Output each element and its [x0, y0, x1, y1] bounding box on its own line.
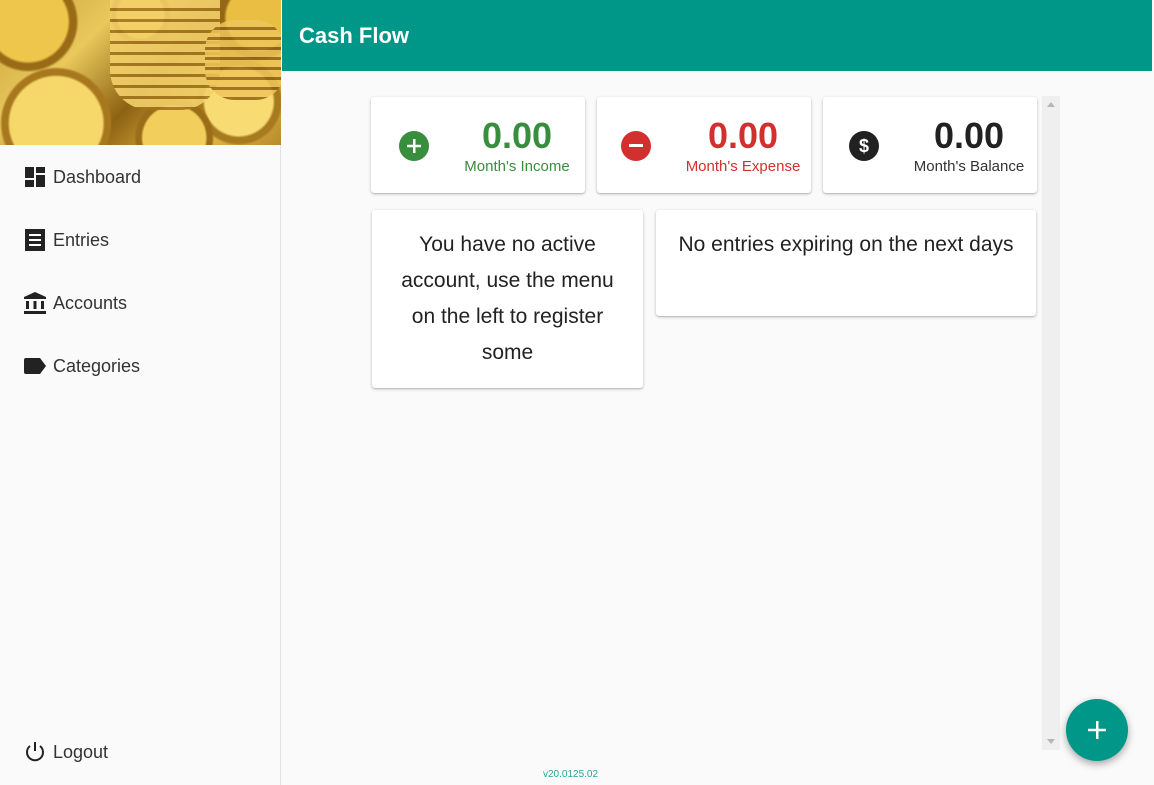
- income-value: 0.00: [481, 115, 553, 156]
- version-label: v20.0125.02: [543, 769, 599, 780]
- sidebar-item-accounts[interactable]: Accounts: [0, 283, 281, 323]
- balance-label: Month's Balance: [913, 158, 1025, 175]
- logout-label: Logout: [53, 741, 109, 762]
- expense-value: 0.00: [707, 115, 779, 156]
- minus-circle-icon: [621, 131, 651, 161]
- no-expiring-message: No entries expiring on the next days: [678, 233, 1014, 256]
- sidebar-item-label: Dashboard: [53, 166, 142, 187]
- scrollbar[interactable]: [1042, 96, 1060, 750]
- sidebar: Dashboard Entries Accounts Categories Lo…: [0, 0, 281, 785]
- add-entry-button[interactable]: [1066, 699, 1128, 761]
- sidebar-item-label: Accounts: [53, 292, 128, 313]
- app-title: Cash Flow: [299, 22, 410, 48]
- coin-stack-decoration: [205, 20, 281, 100]
- sidebar-item-categories[interactable]: Categories: [0, 346, 281, 386]
- sidebar-item-entries[interactable]: Entries: [0, 220, 281, 260]
- scroll-down-arrow[interactable]: [1047, 739, 1055, 744]
- svg-text:$: $: [859, 136, 869, 156]
- balance-card: $ 0.00 Month's Balance: [823, 97, 1037, 193]
- dollar-circle-icon: $: [849, 131, 879, 161]
- dashboard-icon: [24, 166, 46, 188]
- bank-icon: [24, 292, 46, 314]
- logout-button[interactable]: Logout: [0, 732, 281, 772]
- expiring-entries-card: No entries expiring on the next days: [656, 210, 1036, 316]
- no-accounts-card: You have no active account, use the menu…: [372, 210, 643, 388]
- sidebar-item-dashboard[interactable]: Dashboard: [0, 157, 281, 197]
- expense-card: 0.00 Month's Expense: [597, 97, 811, 193]
- coin-stack-decoration: [110, 0, 220, 110]
- add-icon: [1088, 721, 1106, 739]
- power-icon: [24, 741, 46, 763]
- sidebar-item-label: Entries: [53, 229, 110, 250]
- expense-label: Month's Expense: [685, 158, 801, 175]
- scroll-up-arrow[interactable]: [1047, 102, 1055, 107]
- label-tag-icon: [24, 355, 46, 377]
- no-accounts-message: You have no active account, use the menu…: [401, 233, 614, 364]
- receipt-icon: [24, 229, 46, 251]
- sidebar-item-label: Categories: [53, 355, 141, 376]
- app-header: Cash Flow: [282, 0, 1152, 71]
- income-label: Month's Income: [464, 158, 570, 175]
- coins-banner-image: [0, 0, 281, 145]
- income-card: 0.00 Month's Income: [371, 97, 585, 193]
- plus-circle-icon: [399, 131, 429, 161]
- balance-value: 0.00: [933, 115, 1005, 156]
